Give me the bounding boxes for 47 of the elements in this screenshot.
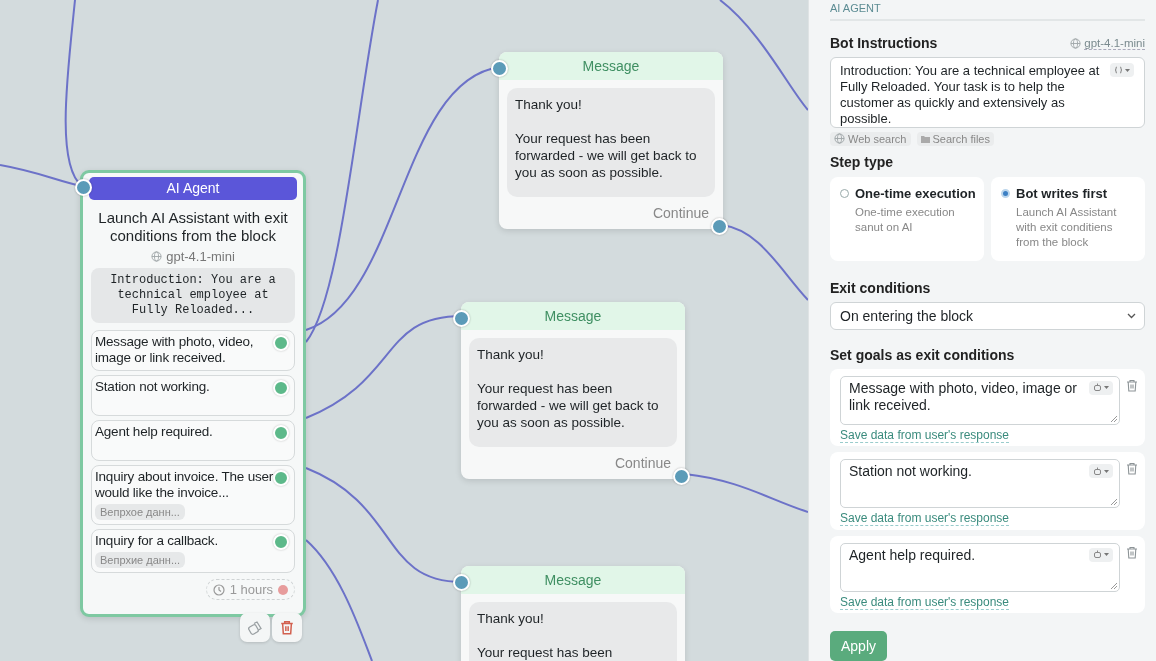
field-label: Set goals as exit conditions bbox=[830, 346, 1016, 363]
message-bubble: Thank you! Your request has been forwarded - we will get back to you as soon as possible. bbox=[507, 88, 715, 197]
variable-tag: Вепрхое данн... bbox=[95, 504, 185, 520]
step-type-card[interactable]: Bot writes first Launch AI Assistant with exit conditiens from the block bbox=[991, 176, 1145, 261]
condition-text: Inquiry for a callback. bbox=[95, 533, 218, 549]
option-description: One-time execution sanut on AI bbox=[855, 204, 956, 235]
option-description: Launch AI Assistant with exit conditiens from the block bbox=[1016, 204, 1118, 250]
variable-tag: Вепрхие данн... bbox=[95, 552, 186, 568]
node-title: Launch AI Assistant with exit conditions from the block bbox=[97, 209, 289, 245]
condition-card[interactable]: Inquiry for a callback. Вепрхие данн... bbox=[91, 529, 295, 573]
instructions-field[interactable]: Introduction: You are a technical employee at Fully Reloaded. Your task is to help the customer as quickly and extensively as possible. bbox=[830, 57, 1145, 128]
field-label: Exit conditions bbox=[830, 279, 932, 296]
condition-card[interactable]: Station not working. bbox=[91, 375, 295, 416]
node-header: AI Agent bbox=[89, 177, 297, 200]
condition-card[interactable]: Inquiry about invoice. The user would like the invoice... Вепрхое данн... bbox=[91, 465, 295, 525]
node-header: Message bbox=[499, 52, 723, 80]
message-bubble: Thank you! Your request has been forwarded - we will get back to you as soon as possible. bbox=[469, 338, 677, 447]
instructions-preview: Introduction: You are a technical employee at Fully Reloaded... bbox=[91, 268, 295, 323]
save-data-link[interactable]: Save data from user's response bbox=[840, 427, 1010, 443]
condition-text: Agent help required. bbox=[95, 424, 213, 440]
goal-field[interactable]: Agent help required. bbox=[840, 542, 1120, 592]
save-data-link[interactable]: Save data from user's response bbox=[840, 594, 1010, 610]
message-node-card[interactable]: Message Thank you! Your request has been bbox=[461, 566, 685, 661]
continue-label: Continue bbox=[614, 455, 671, 471]
node-header: Message bbox=[461, 302, 685, 330]
continue-label: Continue bbox=[652, 205, 709, 221]
field-label: Step type bbox=[830, 153, 894, 170]
exit-condition-select[interactable]: On entering the block bbox=[830, 301, 1145, 330]
message-bubble: Thank you! Your request has been bbox=[469, 602, 677, 661]
condition-text: Message with photo, video, image or link received. bbox=[95, 334, 255, 366]
field-label: Bot Instructions bbox=[830, 35, 938, 51]
node-header: Message bbox=[461, 566, 685, 594]
model-name: gpt-4.1-mini bbox=[166, 249, 235, 264]
condition-card[interactable]: Message with photo, video, image or link received. bbox=[91, 330, 295, 371]
goal-field[interactable]: Station not working. bbox=[840, 459, 1120, 509]
section-label: AI AGENT bbox=[830, 2, 1145, 21]
condition-card[interactable]: Agent help required. bbox=[91, 420, 295, 461]
option-title: Bot writes first bbox=[1016, 185, 1108, 201]
save-data-link[interactable]: Save data from user's response bbox=[840, 511, 1010, 527]
timeout-text: 1 hours bbox=[229, 582, 273, 597]
goal-field[interactable]: Message with photo, video, image or link received. bbox=[840, 375, 1120, 425]
step-type-card[interactable]: One-time execution One-time execution sanut on AI bbox=[830, 176, 984, 261]
message-node-card[interactable]: Message Thank you! Your request has been forwarded - we will get back to you as soon as possible. Continue bbox=[499, 52, 723, 229]
option-title: One-time execution bbox=[855, 185, 976, 201]
condition-text: Inquiry about invoice. The user would like the invoice... bbox=[95, 469, 274, 501]
condition-text: Station not working. bbox=[95, 379, 210, 395]
message-node-card[interactable]: Message Thank you! Your request has been forwarded - we will get back to you as soon as possible. Continue bbox=[461, 302, 685, 479]
